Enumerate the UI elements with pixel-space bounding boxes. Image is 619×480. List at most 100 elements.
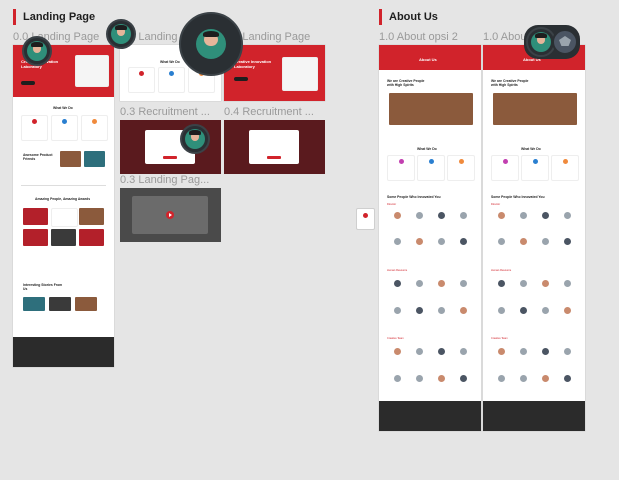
- comment-pin-icon[interactable]: [356, 208, 375, 230]
- person-avatar: [542, 348, 549, 355]
- award-photo: [51, 229, 76, 246]
- service-card[interactable]: [417, 155, 445, 181]
- collaborator-group[interactable]: [524, 25, 580, 59]
- frame-landing-00[interactable]: Creative Innovation Laboratory What We D…: [13, 45, 114, 367]
- person-avatar: [520, 307, 527, 314]
- award-photo: [79, 229, 104, 246]
- person-avatar: [564, 375, 571, 382]
- person-avatar: [438, 238, 445, 245]
- service-card[interactable]: [447, 155, 475, 181]
- person-avatar: [416, 238, 423, 245]
- page-footer: [483, 401, 585, 431]
- person-avatar: [564, 212, 571, 219]
- frame-about-opsi-1[interactable]: About Us We are Creative People with Hig…: [483, 45, 585, 431]
- person-avatar: [416, 348, 423, 355]
- person-avatar: [416, 212, 423, 219]
- modal-button[interactable]: [267, 156, 281, 159]
- about-hero-title: About Us: [419, 57, 437, 62]
- group-label-hr: Human Resource: [491, 269, 512, 272]
- service-card[interactable]: [491, 155, 519, 181]
- person-avatar: [498, 307, 505, 314]
- person-avatar: [460, 280, 467, 287]
- person-avatar: [460, 348, 467, 355]
- person-avatar: [520, 212, 527, 219]
- recruitment-modal[interactable]: [249, 130, 299, 164]
- person-avatar: [564, 348, 571, 355]
- service-card[interactable]: [21, 115, 48, 141]
- service-card[interactable]: [128, 67, 155, 93]
- person-avatar: [416, 375, 423, 382]
- frame-label-about1[interactable]: 1.0 About opsi 2: [379, 31, 481, 43]
- product-image: [60, 151, 81, 167]
- person-avatar: [416, 280, 423, 287]
- award-card: [51, 208, 78, 227]
- person-avatar: [542, 307, 549, 314]
- frame-label-f06[interactable]: 0.3 Landing Pag...: [120, 174, 220, 186]
- what-we-do-heading: What We Do: [160, 60, 180, 64]
- person-avatar: [438, 307, 445, 314]
- award-photo: [79, 208, 104, 225]
- person-avatar: [460, 307, 467, 314]
- product-image: [84, 151, 105, 167]
- about-what-we-do: What We Do: [521, 147, 541, 151]
- hero-title: Creative Innovation Laboratory: [234, 59, 272, 69]
- hero-cta-button[interactable]: [21, 81, 35, 85]
- service-card[interactable]: [521, 155, 549, 181]
- about-team-photo: [389, 93, 473, 125]
- service-card[interactable]: [387, 155, 415, 181]
- stories-heading: Interesting Stories From Us: [23, 283, 63, 291]
- frame-landing-video[interactable]: [120, 188, 221, 242]
- collaborator-avatar-icon[interactable]: [106, 19, 136, 49]
- section-accent-bar: [13, 9, 16, 25]
- group-label-hr: Human Resource: [387, 269, 408, 272]
- person-avatar: [520, 348, 527, 355]
- modal-button[interactable]: [163, 156, 177, 159]
- person-avatar: [564, 238, 571, 245]
- hero-cta-button[interactable]: [234, 77, 248, 81]
- person-avatar: [438, 375, 445, 382]
- frame-label-f04[interactable]: 0.3 Recruitment ...: [120, 106, 220, 118]
- section-accent-bar: [379, 9, 382, 25]
- person-avatar: [460, 212, 467, 219]
- frame-about-opsi-2[interactable]: About Us We are Creative People with Hig…: [379, 45, 481, 431]
- service-card[interactable]: [81, 115, 108, 141]
- person-avatar: [394, 307, 401, 314]
- about-what-we-do: What We Do: [417, 147, 437, 151]
- collaborator-extra-icon[interactable]: [552, 29, 578, 55]
- collaborator-avatar-icon[interactable]: [22, 36, 52, 66]
- collaborator-avatar-icon[interactable]: [179, 12, 243, 76]
- story-image: [75, 297, 97, 311]
- person-avatar: [394, 375, 401, 382]
- service-card[interactable]: [158, 67, 185, 93]
- video-player[interactable]: [132, 196, 208, 234]
- collaborator-avatar-icon[interactable]: [180, 124, 210, 154]
- people-title: Some People Who Innovated You: [491, 195, 545, 199]
- about-intro: We are Creative People with High Spirits: [387, 79, 425, 87]
- person-avatar: [498, 212, 505, 219]
- award-photo: [23, 208, 48, 225]
- service-card[interactable]: [551, 155, 579, 181]
- group-label-director: Director: [491, 203, 501, 206]
- service-card[interactable]: [51, 115, 78, 141]
- section-title-about[interactable]: About Us: [379, 9, 438, 25]
- frame-label-f05[interactable]: 0.4 Recruitment ...: [224, 106, 324, 118]
- section-title-text: About Us: [389, 11, 438, 23]
- section-title-landing[interactable]: Landing Page: [13, 9, 95, 25]
- person-avatar: [520, 280, 527, 287]
- group-label-director: Director: [387, 203, 397, 206]
- person-avatar: [394, 348, 401, 355]
- person-avatar: [520, 375, 527, 382]
- hero-illustration: [75, 55, 109, 87]
- people-title: Some People Who Innovated You: [387, 195, 441, 199]
- person-avatar: [394, 212, 401, 219]
- play-icon[interactable]: [166, 211, 174, 219]
- person-avatar: [498, 375, 505, 382]
- person-avatar: [438, 212, 445, 219]
- person-avatar: [460, 375, 467, 382]
- about-team-photo: [493, 93, 577, 125]
- person-avatar: [542, 212, 549, 219]
- person-avatar: [498, 348, 505, 355]
- frame-recruitment-04[interactable]: [224, 120, 325, 174]
- what-we-do-heading: What We Do: [53, 106, 73, 110]
- story-image: [23, 297, 45, 311]
